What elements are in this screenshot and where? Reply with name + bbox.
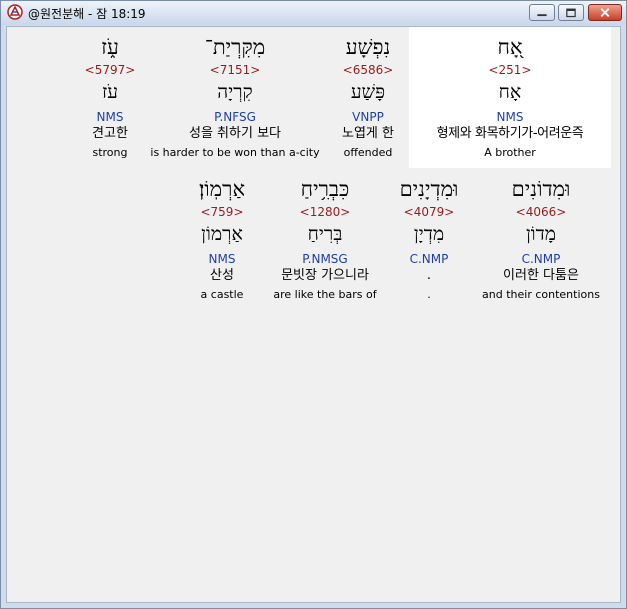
- minimize-button[interactable]: [529, 4, 555, 21]
- korean-gloss: 성을 취하기 보다: [189, 126, 281, 141]
- parsing-code: C.NMP: [521, 252, 561, 266]
- english-gloss: A brother: [484, 146, 536, 159]
- english-gloss: .: [427, 288, 431, 301]
- strong-number[interactable]: <4079>: [379, 204, 479, 220]
- window-title: @원전분해 - 잠 18:19: [28, 7, 146, 21]
- strong-number[interactable]: <251>: [409, 62, 611, 78]
- korean-gloss: 산성: [210, 268, 234, 283]
- hebrew-word: מִקִּרְיַת־: [204, 35, 266, 59]
- parsing-code: C.NMP: [409, 252, 449, 266]
- strong-number[interactable]: <1280>: [261, 204, 389, 220]
- english-gloss: are like the bars of: [273, 288, 377, 301]
- strong-number[interactable]: <7151>: [143, 62, 327, 78]
- app-logo-icon[interactable]: [7, 4, 23, 20]
- hebrew-word: כִּבְרִ֥יחַ: [300, 177, 350, 201]
- hebrew-lemma: מָדוֹן: [525, 223, 557, 245]
- strong-number[interactable]: <4066>: [473, 204, 609, 220]
- strong-number[interactable]: <6586>: [318, 62, 418, 78]
- hebrew-lemma: מִדְיָן: [413, 223, 445, 245]
- analysis-panel: עֹ֑ז <5797> עֹז NMS 견고한 strong מִקִּרְיַ…: [6, 26, 621, 603]
- korean-gloss: 문빗장 가으니라: [281, 268, 369, 283]
- hebrew-word: וּמִדוֹנִים: [511, 177, 571, 201]
- minimize-icon: [537, 14, 547, 17]
- korean-gloss: 형제와 화목하기가-어려운즉: [436, 126, 584, 141]
- hebrew-word: נִפְשָׁע: [345, 35, 391, 59]
- korean-gloss: 노엽게 한: [342, 126, 394, 141]
- hebrew-lemma: אַרְמוֹן: [201, 223, 243, 245]
- english-gloss: and their contentions: [482, 288, 600, 301]
- parsing-code: NMS: [496, 110, 524, 124]
- hebrew-lemma: בְּרִיחַ: [307, 223, 343, 245]
- maximize-icon: [566, 8, 576, 18]
- hebrew-lemma: קִרְיָה: [217, 81, 253, 103]
- english-gloss: a castle: [200, 288, 244, 301]
- hebrew-lemma: פָּשַׁע: [350, 81, 386, 103]
- maximize-button[interactable]: [558, 4, 584, 21]
- korean-gloss: 이러한 다툼은: [503, 268, 579, 283]
- parsing-code: VNPP: [352, 110, 384, 124]
- hebrew-lemma: אָח: [498, 81, 522, 103]
- parsing-code: NMS: [208, 252, 236, 266]
- strong-number[interactable]: <759>: [172, 204, 272, 220]
- korean-gloss: .: [426, 268, 432, 283]
- parsing-code: P.NFSG: [214, 110, 256, 124]
- close-icon: [600, 8, 610, 17]
- english-gloss: is harder to be won than a-city: [150, 146, 320, 159]
- parsing-code: P.NMSG: [302, 252, 348, 266]
- app-window: @원전분해 - 잠 18:19 עֹ֑ז <5797> עֹז NMS 견고한: [0, 0, 627, 609]
- hebrew-word: וּמִדְיָנִים: [399, 177, 459, 201]
- close-button[interactable]: [588, 4, 622, 21]
- hebrew-word: אָ֭ח: [497, 35, 523, 59]
- english-gloss: offended: [343, 146, 393, 159]
- hebrew-word: אַרְמֽוֹן׃: [198, 177, 246, 201]
- title-bar[interactable]: @원전분해 - 잠 18:19: [1, 1, 626, 25]
